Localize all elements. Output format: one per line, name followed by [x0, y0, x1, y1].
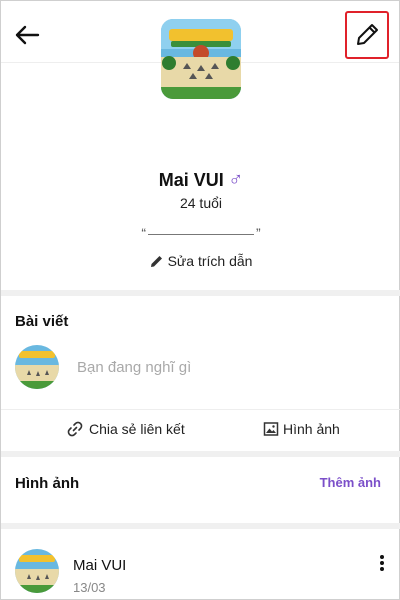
posts-section-title: Bài viết — [15, 313, 69, 330]
pencil-icon — [357, 24, 378, 45]
profile-name-row: Mai VUI ♂ — [1, 169, 400, 192]
profile-age: 24 tuổi — [179, 195, 223, 211]
more-vertical-icon — [380, 555, 384, 571]
images-section-title: Hình ảnh — [15, 475, 80, 492]
arrow-left-icon — [15, 25, 40, 45]
edit-quote-label: Sửa trích dẫn — [167, 253, 253, 269]
post-composer[interactable]: Bạn đang nghĩ gì — [15, 345, 191, 389]
add-image-post-button[interactable]: Hình ảnh — [263, 421, 340, 437]
quote-open-mark: “ — [141, 225, 146, 241]
share-link-label: Chia sẻ liên kết — [89, 421, 185, 437]
link-icon — [67, 421, 83, 437]
pencil-icon — [150, 256, 162, 267]
more-options-button[interactable] — [377, 553, 387, 573]
edit-profile-button[interactable] — [345, 11, 389, 59]
feed-author-avatar[interactable] — [15, 549, 59, 593]
quote-line — [148, 233, 254, 235]
back-button[interactable] — [11, 19, 43, 51]
image-post-label: Hình ảnh — [283, 421, 340, 437]
profile-quote: “” — [1, 225, 400, 241]
add-photos-link[interactable]: Thêm ảnh — [320, 475, 381, 490]
feed-item[interactable]: Mai VUI 13/03 — [15, 549, 126, 595]
quote-close-mark: ” — [256, 225, 261, 241]
profile-avatar[interactable] — [161, 19, 241, 99]
post-actions-divider — [1, 409, 400, 410]
share-link-button[interactable]: Chia sẻ liên kết — [67, 421, 185, 437]
section-divider — [1, 290, 400, 296]
composer-placeholder: Bạn đang nghĩ gì — [77, 358, 192, 376]
edit-quote-button[interactable]: Sửa trích dẫn — [1, 253, 400, 269]
image-icon — [263, 422, 279, 436]
section-divider — [1, 451, 400, 457]
section-divider — [1, 523, 400, 529]
feed-author-name: Mai VUI — [73, 557, 127, 574]
composer-avatar — [15, 345, 59, 389]
profile-name: Mai VUI — [158, 170, 224, 190]
feed-date: 13/03 — [73, 580, 106, 595]
feed-meta: Mai VUI 13/03 — [73, 557, 126, 595]
gender-male-icon: ♂ — [228, 169, 244, 191]
